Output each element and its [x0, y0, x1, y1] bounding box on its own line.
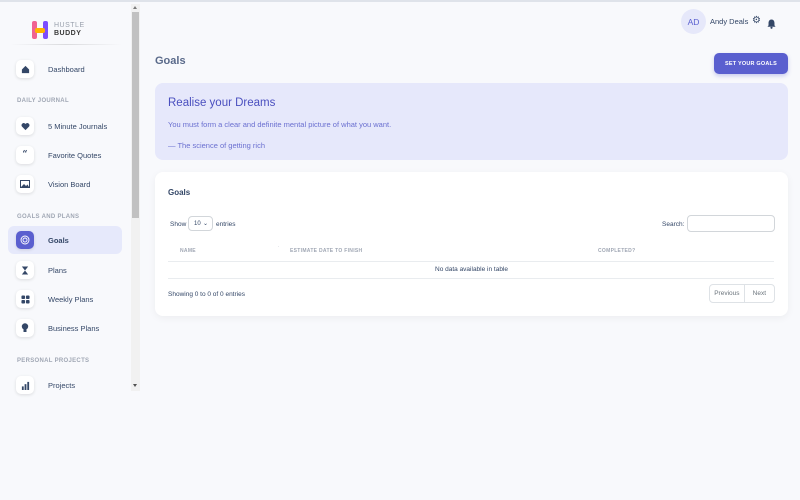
entries-per-page-select[interactable]: 10 ⌄	[188, 216, 213, 231]
user-avatar[interactable]: AD	[681, 9, 706, 34]
dream-title: Realise your Dreams	[168, 97, 276, 109]
set-your-goals-button[interactable]: SET YOUR GOALS	[714, 53, 788, 74]
section-personal-projects: PERSONAL PROJECTS	[17, 358, 90, 364]
sidebar-item-label: Goals	[48, 235, 69, 245]
sidebar-divider	[10, 44, 122, 45]
sidebar-item-favorite-quotes[interactable]: “ Favorite Quotes	[8, 141, 122, 169]
previous-page-button[interactable]: Previous	[710, 285, 745, 302]
user-name[interactable]: Andy Deals	[710, 17, 748, 26]
gear-icon[interactable]: ⚙	[752, 16, 761, 26]
sidebar-item-business-plans[interactable]: Business Plans	[8, 314, 122, 342]
sidebar-item-projects[interactable]: Projects	[8, 371, 122, 399]
show-label: Show	[170, 221, 187, 228]
sidebar-item-vision-board[interactable]: Vision Board	[8, 170, 122, 198]
chevron-down-icon: ⌄	[202, 221, 208, 227]
goals-card-title: Goals	[168, 188, 191, 197]
section-daily-journal: DAILY JOURNAL	[17, 98, 69, 104]
column-header-estimate-date[interactable]: ESTIMATE DATE TO FINISH	[290, 248, 362, 254]
next-page-button[interactable]: Next	[745, 285, 774, 302]
sidebar-item-label: Vision Board	[48, 179, 91, 189]
table-header-divider	[168, 261, 774, 262]
scroll-up-arrow-icon[interactable]	[133, 6, 137, 9]
logo-mark	[32, 20, 50, 40]
lightbulb-icon	[16, 319, 34, 337]
sidebar-item-weekly-plans[interactable]: Weekly Plans	[8, 285, 122, 313]
empty-table-message: No data available in table	[435, 266, 508, 273]
brand-logo[interactable]: HUSTLE BUDDY	[32, 18, 92, 42]
sidebar-item-dashboard[interactable]: Dashboard	[8, 55, 122, 83]
section-goals-and-plans: GOALS AND PLANS	[17, 214, 80, 220]
pagination: Previous Next	[709, 284, 775, 303]
grid-icon	[16, 290, 34, 308]
bar-chart-icon	[16, 376, 34, 394]
sort-icon[interactable]: ˙	[278, 246, 280, 252]
entries-label: entries	[216, 221, 236, 228]
column-header-completed[interactable]: COMPLETED?	[598, 248, 635, 254]
sidebar-item-label: Business Plans	[48, 323, 100, 333]
target-icon	[16, 231, 34, 249]
home-icon	[16, 60, 34, 78]
goals-table-card: Goals Show 10 ⌄ entries Search: NAME ˙ E…	[155, 172, 788, 316]
hourglass-icon	[16, 261, 34, 279]
logo-text-line2: BUDDY	[54, 30, 82, 37]
scroll-down-arrow-icon[interactable]	[133, 384, 137, 387]
entries-select-value: 10	[194, 220, 201, 227]
search-label: Search:	[662, 221, 685, 228]
sidebar-item-label: Dashboard	[48, 64, 85, 74]
sidebar: HUSTLE BUDDY Dashboard DAILY JOURNAL 5 M…	[0, 2, 140, 500]
heart-icon	[16, 117, 34, 135]
logo-text-line1: HUSTLE	[54, 22, 85, 29]
image-icon	[16, 175, 34, 193]
dream-quote-text: You must form a clear and definite menta…	[168, 120, 392, 129]
sidebar-item-plans[interactable]: Plans	[8, 256, 122, 284]
scroll-thumb[interactable]	[132, 12, 139, 218]
sidebar-item-goals[interactable]: Goals	[8, 226, 122, 254]
page-title: Goals	[155, 55, 186, 67]
column-header-name[interactable]: NAME	[180, 248, 196, 254]
table-row-divider	[168, 278, 774, 279]
quote-icon: “	[16, 146, 34, 164]
sidebar-item-label: Projects	[48, 380, 76, 390]
sidebar-item-label: Favorite Quotes	[48, 150, 102, 160]
search-input[interactable]	[687, 215, 775, 232]
sidebar-item-label: Weekly Plans	[48, 294, 94, 304]
dream-quote-card: Realise your Dreams You must form a clea…	[155, 83, 788, 160]
sidebar-item-label: Plans	[48, 265, 67, 275]
table-info-text: Showing 0 to 0 of 0 entries	[168, 291, 245, 298]
dream-quote-source: — The science of getting rich	[168, 141, 265, 150]
bell-icon[interactable]	[767, 16, 777, 29]
logo-text: HUSTLE BUDDY	[54, 22, 85, 38]
sidebar-item-5-minute-journals[interactable]: 5 Minute Journals	[8, 112, 122, 140]
sidebar-scrollbar[interactable]	[131, 4, 140, 391]
sidebar-item-label: 5 Minute Journals	[48, 121, 108, 131]
